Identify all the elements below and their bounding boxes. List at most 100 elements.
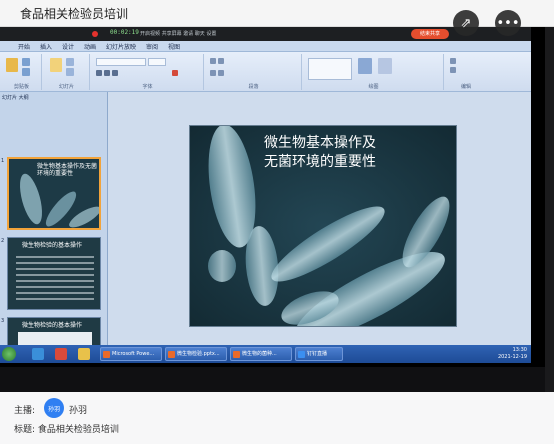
- powerpoint-icon: [233, 351, 240, 358]
- slide-number: 1: [1, 158, 5, 164]
- ribbon-tabs: 开始 插入 设计 动画 幻灯片放映 审阅 视图: [0, 41, 531, 52]
- arrange-icon[interactable]: [358, 58, 372, 74]
- ribbon-group-label: 剪贴板: [13, 84, 29, 90]
- taskbar-task[interactable]: 微生物的菌种...: [230, 347, 292, 361]
- slide-number: 2: [1, 238, 5, 244]
- meeting-toolbar: 00:02:19 开启视频 共享屏幕 邀请 聊天 设置 结束共享: [0, 27, 531, 41]
- shared-screen: 00:02:19 开启视频 共享屏幕 邀请 聊天 设置 结束共享 开始 插入 设…: [0, 27, 531, 363]
- text-line: [16, 280, 94, 282]
- ribbon-group-label: 绘图: [368, 84, 379, 90]
- text-line: [16, 298, 94, 300]
- tab-review[interactable]: 审阅: [146, 42, 158, 51]
- live-stream-page: 食品相关检验员培训 00:02:19 开启视频 共享屏幕 邀请 聊天 设置 结束…: [0, 0, 554, 444]
- meeting-controls[interactable]: 开启视频 共享屏幕 邀请 聊天 设置: [140, 30, 216, 37]
- quick-styles-icon[interactable]: [378, 58, 392, 74]
- reset-icon[interactable]: [66, 68, 74, 76]
- ribbon-group-drawing: 绘图: [304, 54, 444, 90]
- panel-tabs[interactable]: 幻灯片 大纲: [2, 94, 29, 101]
- cut-icon[interactable]: [22, 58, 30, 66]
- slide-thumb-title: 微生物基本操作及无菌环境的重要性: [37, 163, 98, 177]
- windows-taskbar: Microsoft Powe... 微生物检验.pptx... 微生物的菌种..…: [0, 345, 531, 363]
- task-label: 钉钉直播: [307, 351, 328, 357]
- layout-icon[interactable]: [66, 58, 74, 66]
- slide-editor: 微生物基本操作及 无菌环境的重要性: [108, 92, 531, 345]
- task-label: Microsoft Powe...: [112, 351, 155, 357]
- topic-row: 标题: 食品相关检验员培训: [14, 422, 119, 435]
- side-strip: [545, 27, 554, 444]
- ribbon-group-label: 段落: [248, 84, 259, 90]
- ribbon-group-clipboard: 剪贴板: [2, 54, 42, 90]
- slide-number: 3: [1, 318, 5, 324]
- stream-info: 主播: 孙羽 孙羽 标题: 食品相关检验员培训: [0, 392, 554, 444]
- bold-icon[interactable]: [96, 70, 102, 76]
- recording-icon: [92, 31, 98, 37]
- powerpoint-icon: [168, 351, 175, 358]
- underline-icon[interactable]: [112, 70, 118, 76]
- ribbon-group-label: 编辑: [460, 84, 471, 90]
- font-name-select[interactable]: [96, 58, 146, 66]
- window-title: 食品相关检验员培训: [20, 7, 129, 21]
- ribbon: 剪贴板 幻灯片 字体 段落 绘图 编辑: [0, 52, 531, 92]
- current-slide[interactable]: 微生物基本操作及 无菌环境的重要性: [189, 125, 457, 327]
- align-center-icon[interactable]: [218, 70, 224, 76]
- bullets-icon[interactable]: [210, 58, 216, 64]
- topic-label: 标题:: [14, 425, 36, 435]
- task-label: 微生物检验.pptx...: [177, 351, 220, 357]
- ribbon-group-editing: 编辑: [446, 54, 486, 90]
- copy-icon[interactable]: [22, 68, 30, 76]
- ribbon-group-font: 字体: [92, 54, 204, 90]
- tab-slideshow[interactable]: 幻灯片放映: [106, 42, 136, 51]
- slide-title-line-1: 微生物基本操作及: [264, 135, 376, 151]
- italic-icon[interactable]: [104, 70, 110, 76]
- ribbon-group-label: 字体: [142, 84, 153, 90]
- taskbar-task[interactable]: 钉钉直播: [295, 347, 343, 361]
- font-size-select[interactable]: [148, 58, 166, 66]
- slide-title-line-2: 无菌环境的重要性: [264, 154, 376, 170]
- slide-thumbnail-panel: 幻灯片 大纲 1 微生物基本操作及无菌环境的重要性 2 微生物检验的基本操作 3…: [0, 92, 108, 347]
- host-name: 孙羽: [69, 406, 88, 416]
- new-slide-icon[interactable]: [50, 58, 62, 72]
- share-icon[interactable]: ⇗: [453, 10, 479, 36]
- start-button[interactable]: [2, 347, 16, 361]
- meeting-timer: 00:02:19: [110, 29, 139, 36]
- replace-icon[interactable]: [450, 67, 456, 73]
- slide-thumbnail-3[interactable]: 微生物检验的基本操作: [7, 317, 101, 347]
- clock-date: 2021-12-19: [497, 354, 527, 360]
- paste-icon[interactable]: [6, 58, 18, 72]
- find-icon[interactable]: [450, 58, 456, 64]
- avatar[interactable]: 孙羽: [44, 398, 64, 418]
- tab-design[interactable]: 设计: [62, 42, 74, 51]
- system-tray: 13:30 2021-12-19: [430, 347, 530, 361]
- clock-time: 13:30: [512, 347, 527, 353]
- text-line: [16, 274, 94, 276]
- text-line: [16, 256, 94, 258]
- stop-share-button[interactable]: 结束共享: [411, 29, 449, 39]
- powerpoint-icon: [103, 351, 110, 358]
- tab-insert[interactable]: 插入: [40, 42, 52, 51]
- more-icon[interactable]: •••: [495, 10, 521, 36]
- align-left-icon[interactable]: [210, 70, 216, 76]
- text-line: [16, 292, 94, 294]
- text-line: [16, 268, 94, 270]
- slide-thumbnail-2[interactable]: 微生物检验的基本操作: [7, 237, 101, 310]
- topic-value: 食品相关检验员培训: [37, 425, 119, 435]
- slide-thumbnail-1[interactable]: 微生物基本操作及无菌环境的重要性: [7, 157, 101, 230]
- slide-title: 微生物基本操作及 无菌环境的重要性: [264, 134, 376, 172]
- tab-home[interactable]: 开始: [18, 42, 30, 51]
- folder-icon[interactable]: [78, 348, 90, 360]
- text-line: [16, 286, 94, 288]
- tab-animation[interactable]: 动画: [84, 42, 96, 51]
- ie-icon[interactable]: [32, 348, 44, 360]
- tab-view[interactable]: 视图: [168, 42, 180, 51]
- font-color-icon[interactable]: [172, 70, 178, 76]
- task-label: 微生物的菌种...: [242, 351, 277, 357]
- chrome-icon[interactable]: [55, 348, 67, 360]
- taskbar-task[interactable]: 微生物检验.pptx...: [165, 347, 227, 361]
- numbering-icon[interactable]: [218, 58, 224, 64]
- shapes-gallery[interactable]: [308, 58, 352, 80]
- ribbon-group-paragraph: 段落: [206, 54, 302, 90]
- taskbar-task[interactable]: Microsoft Powe...: [100, 347, 162, 361]
- slide-thumb-title: 微生物检验的基本操作: [22, 242, 83, 249]
- clock[interactable]: 13:30 2021-12-19: [498, 347, 527, 361]
- ribbon-group-label: 幻灯片: [58, 84, 74, 90]
